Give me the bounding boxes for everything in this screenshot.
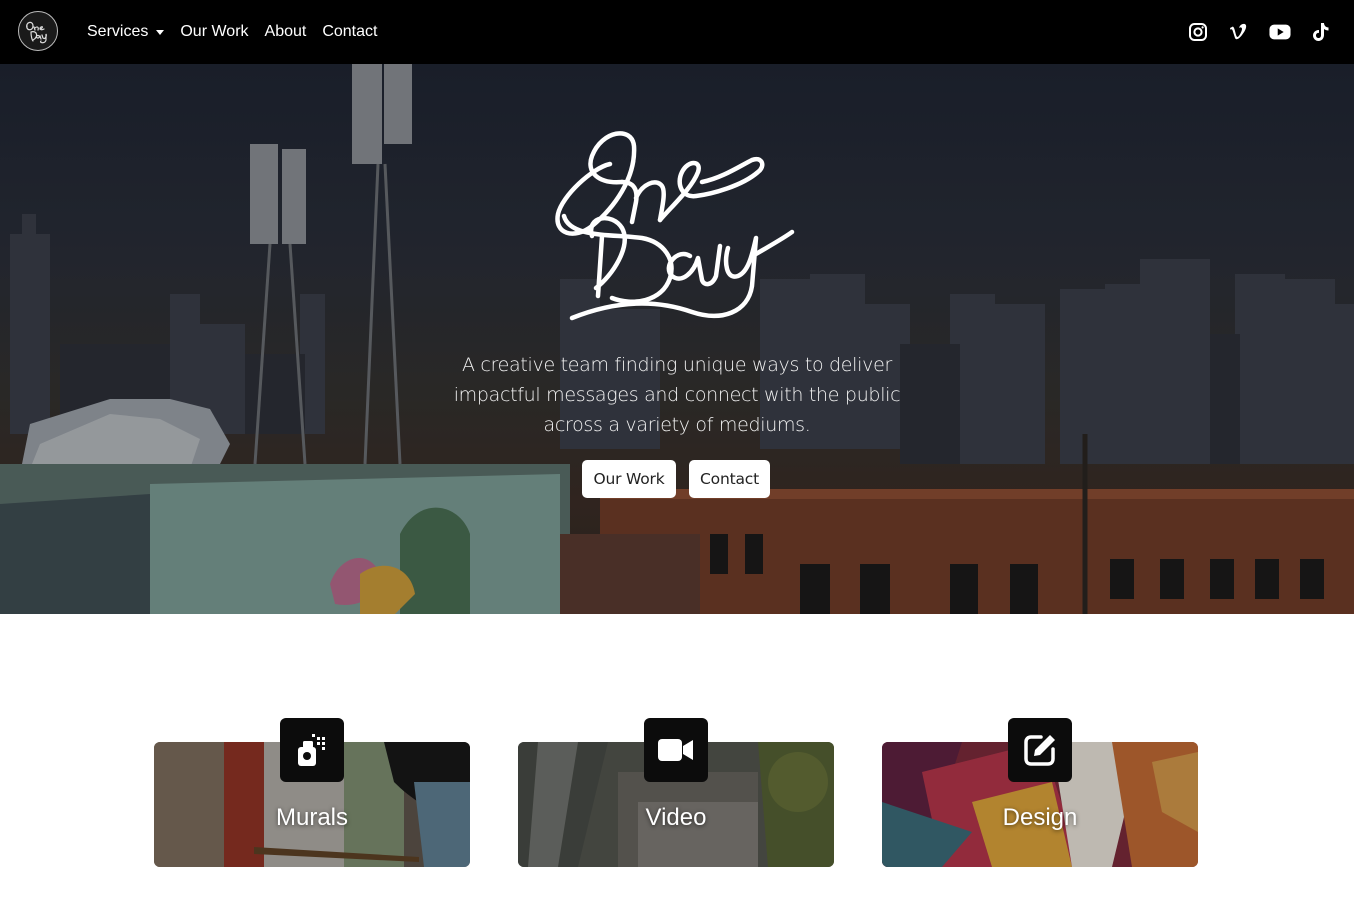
video-title: Video — [645, 804, 707, 831]
nav-our-work[interactable]: Our Work — [180, 23, 248, 41]
instagram-icon[interactable] — [1187, 21, 1209, 43]
nav-contact-label: Contact — [322, 23, 378, 40]
hero-tagline: A creative team finding unique ways to d… — [453, 354, 901, 436]
contact-button[interactable]: Contact — [689, 460, 770, 498]
nav-contact[interactable]: Contact — [322, 23, 377, 41]
tiktok-icon[interactable] — [1310, 21, 1332, 43]
nav-our-work-label: Our Work — [180, 23, 249, 40]
vimeo-icon[interactable] — [1228, 21, 1250, 43]
design-title: Design — [1002, 804, 1078, 831]
youtube-icon[interactable] — [1269, 21, 1291, 43]
navbar: Services Our Work About Contact — [0, 0, 1354, 64]
edit-icon — [1008, 718, 1072, 782]
hero-section: A creative team finding unique ways to d… — [0, 64, 1354, 614]
nav-links: Services Our Work About Contact — [87, 0, 393, 64]
video-camera-icon — [644, 718, 708, 782]
murals-title: Murals — [275, 804, 348, 831]
spray-can-icon — [280, 718, 344, 782]
social-links — [1168, 0, 1332, 64]
one-day-script-logo — [555, 131, 795, 321]
nav-services-label: Services — [87, 23, 149, 40]
nav-services-dropdown[interactable]: Services — [87, 23, 165, 41]
nav-about-label: About — [264, 23, 307, 40]
one-day-logo-mark — [26, 21, 47, 44]
our-work-button[interactable]: Our Work — [582, 460, 676, 498]
brand-logo[interactable] — [18, 11, 58, 51]
nav-about[interactable]: About — [265, 23, 307, 41]
caret-down-icon — [156, 29, 165, 35]
